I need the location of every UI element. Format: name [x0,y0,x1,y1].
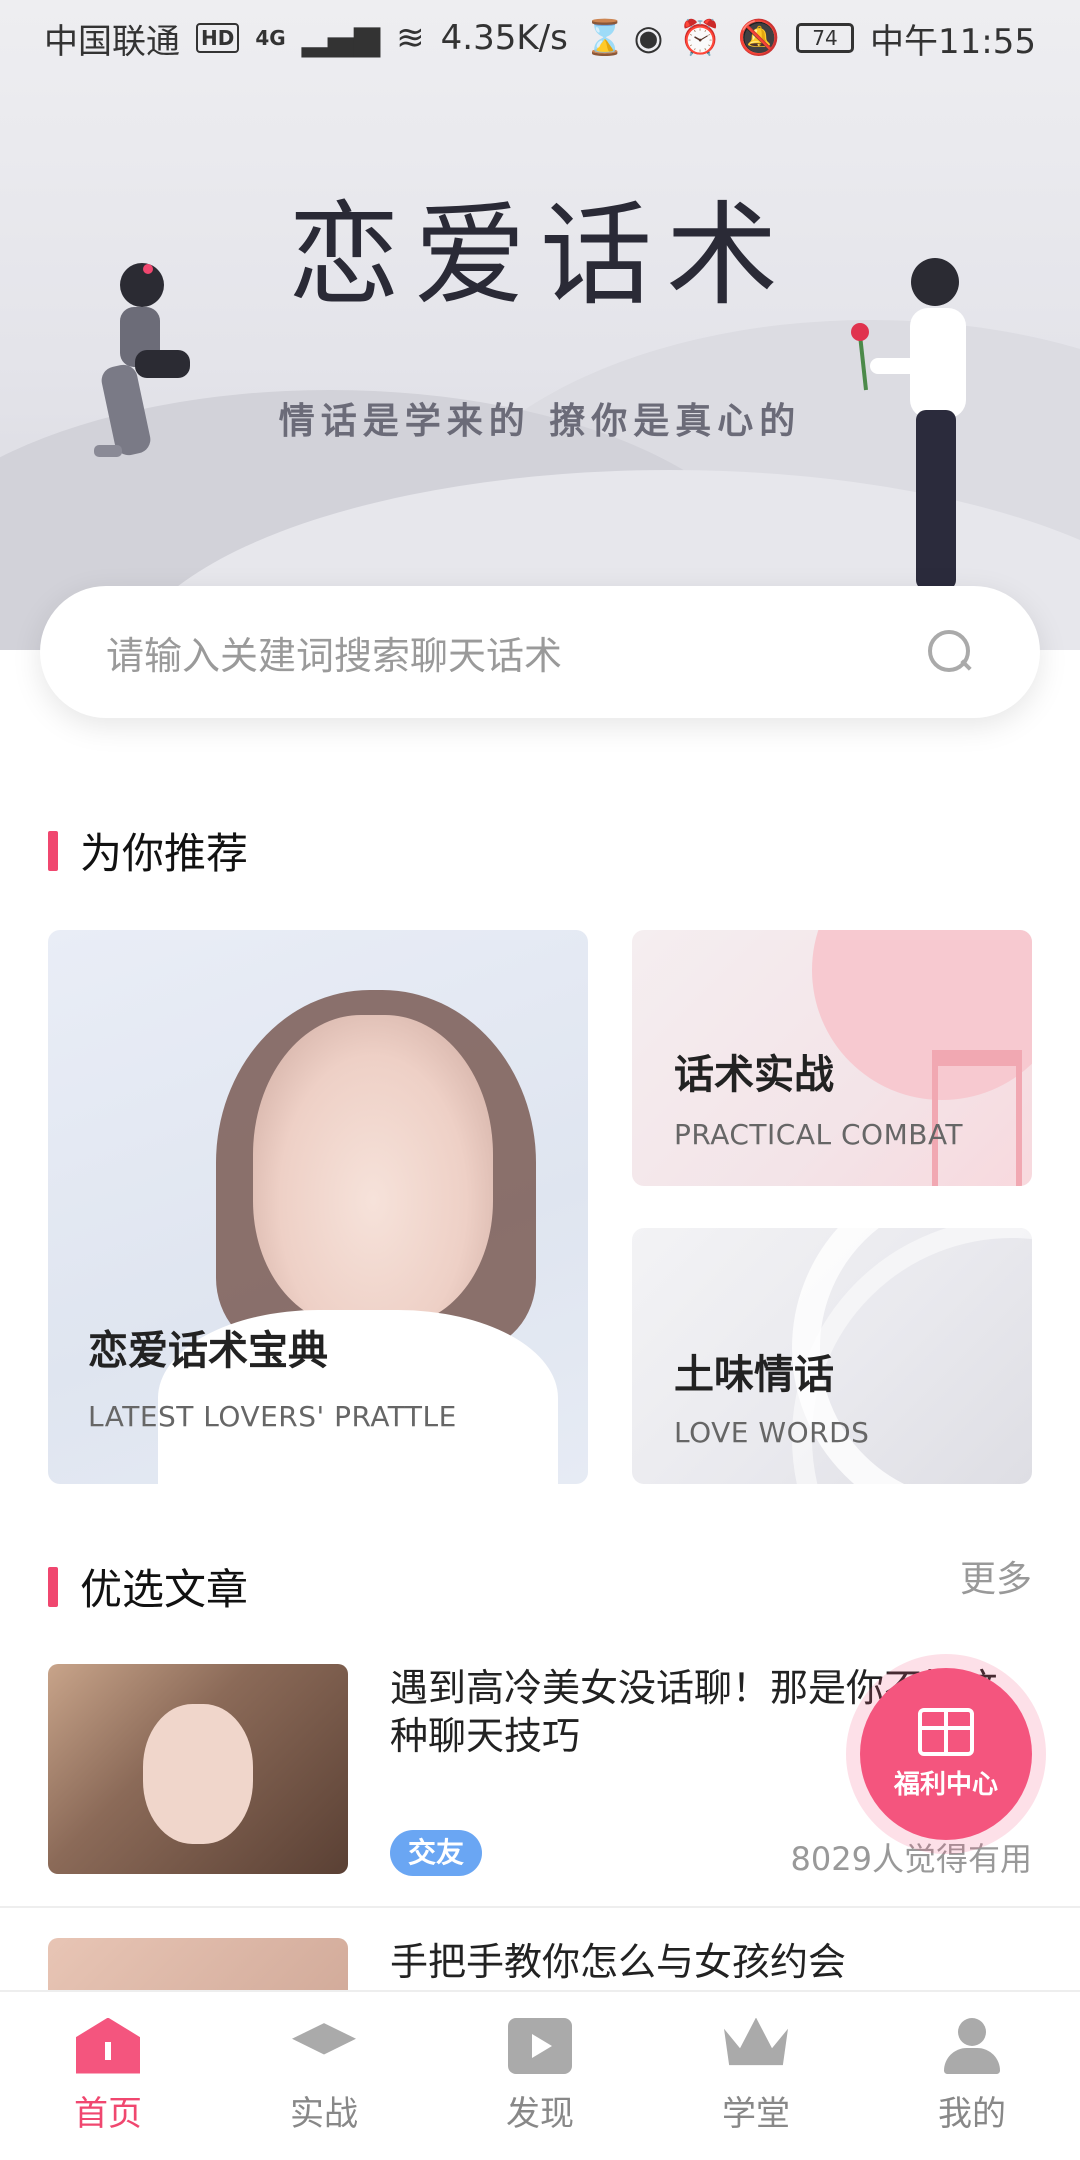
article-thumbnail [48,1938,348,1990]
search-input[interactable]: 请输入关建词搜索聊天话术 [106,625,926,680]
eye-icon: ◉ [633,18,664,58]
wifi-icon: ≋ [396,18,425,58]
battery-icon: 74 [796,23,855,53]
card-subtitle: PRACTICAL COMBAT [674,1118,964,1151]
girl-illustration [94,263,190,457]
nav-item-discover[interactable]: 发现 [432,1992,648,2160]
section-title: 为你推荐 [80,829,249,878]
card-title: 土味情话 [674,1352,834,1398]
card-title: 恋爱话术宝典 [88,1328,328,1374]
bottom-nav: 首页 实战 发现 学堂 我的 [0,1990,1080,2160]
graduation-cap-icon [292,2023,356,2055]
section-accent-bar [48,830,58,871]
nav-item-profile[interactable]: 我的 [864,1992,1080,2160]
hourglass-icon: ⌛ [583,18,627,58]
card-love-guide[interactable]: 恋爱话术宝典 LATEST LOVERS' PRATTLE [48,930,588,1484]
nav-label: 实战 [290,2093,358,2134]
card-practical-combat[interactable]: 话术实战 PRACTICAL COMBAT [632,930,1032,1186]
status-right: ◉ ⏰ 🔕 74 中午11:55 [634,14,1036,63]
alarm-icon: ⏰ [679,18,722,58]
card-subtitle: LOVE WORDS [674,1416,870,1449]
speed-label: 4.35K/s [440,18,568,58]
article-tag: 交友 [390,1830,483,1876]
network-label: 4G [255,26,286,50]
recommend-header: 为你推荐 [48,820,248,881]
nav-item-home[interactable]: 首页 [0,1992,216,2160]
nav-label: 我的 [938,2093,1006,2134]
card-title: 话术实战 [674,1052,834,1098]
nav-item-school[interactable]: 学堂 [648,1992,864,2160]
nav-label: 学堂 [722,2093,790,2134]
section-title: 优选文章 [80,1565,249,1614]
divider [0,1906,1080,1908]
boy-illustration [851,258,966,590]
home-icon [76,2017,140,2074]
hero-banner: 恋爱话术 情话是学来的 撩你是真心的 [0,0,1080,650]
article-title: 手把手教你怎么与女孩约会 [390,1940,847,1984]
time-label: 中午11:55 [870,21,1036,62]
hd-badge: HD [196,23,240,53]
thumbnail-face [143,1704,253,1844]
status-left: 中国联通 HD 4G ▂▄▆ ≋ 4.35K/s ⌛ [44,14,626,63]
search-bar[interactable]: 请输入关建词搜索聊天话术 [40,586,1040,718]
welfare-center-label: 福利中心 [893,1769,998,1800]
more-link[interactable]: 更多 [960,1550,1032,1602]
status-bar: 中国联通 HD 4G ▂▄▆ ≋ 4.35K/s ⌛ ◉ ⏰ 🔕 74 中午11… [0,0,1080,76]
crown-icon [724,2017,788,2066]
carrier-label: 中国联通 [44,21,180,62]
article-useful-count: 8029人觉得有用 [790,1840,1032,1878]
card-photo-face [253,1015,493,1325]
section-accent-bar [48,1566,58,1607]
article-item[interactable]: 手把手教你怎么与女孩约会 [48,1938,1032,1990]
nav-item-practice[interactable]: 实战 [216,1992,432,2160]
card-love-words[interactable]: 土味情话 LOVE WORDS [632,1228,1032,1484]
mute-icon: 🔕 [737,18,781,58]
nav-label: 发现 [506,2093,574,2134]
search-icon[interactable] [926,628,974,676]
welfare-center-button[interactable]: 福利中心 [860,1668,1032,1840]
article-thumbnail [48,1664,348,1874]
user-icon [940,2017,1004,2074]
articles-header: 优选文章 [48,1556,248,1617]
gift-icon [918,1707,974,1756]
card-subtitle: LATEST LOVERS' PRATTLE [88,1400,457,1433]
nav-label: 首页 [74,2093,142,2134]
signal-icon: ▂▄▆ [301,18,381,58]
play-icon [508,2017,572,2074]
